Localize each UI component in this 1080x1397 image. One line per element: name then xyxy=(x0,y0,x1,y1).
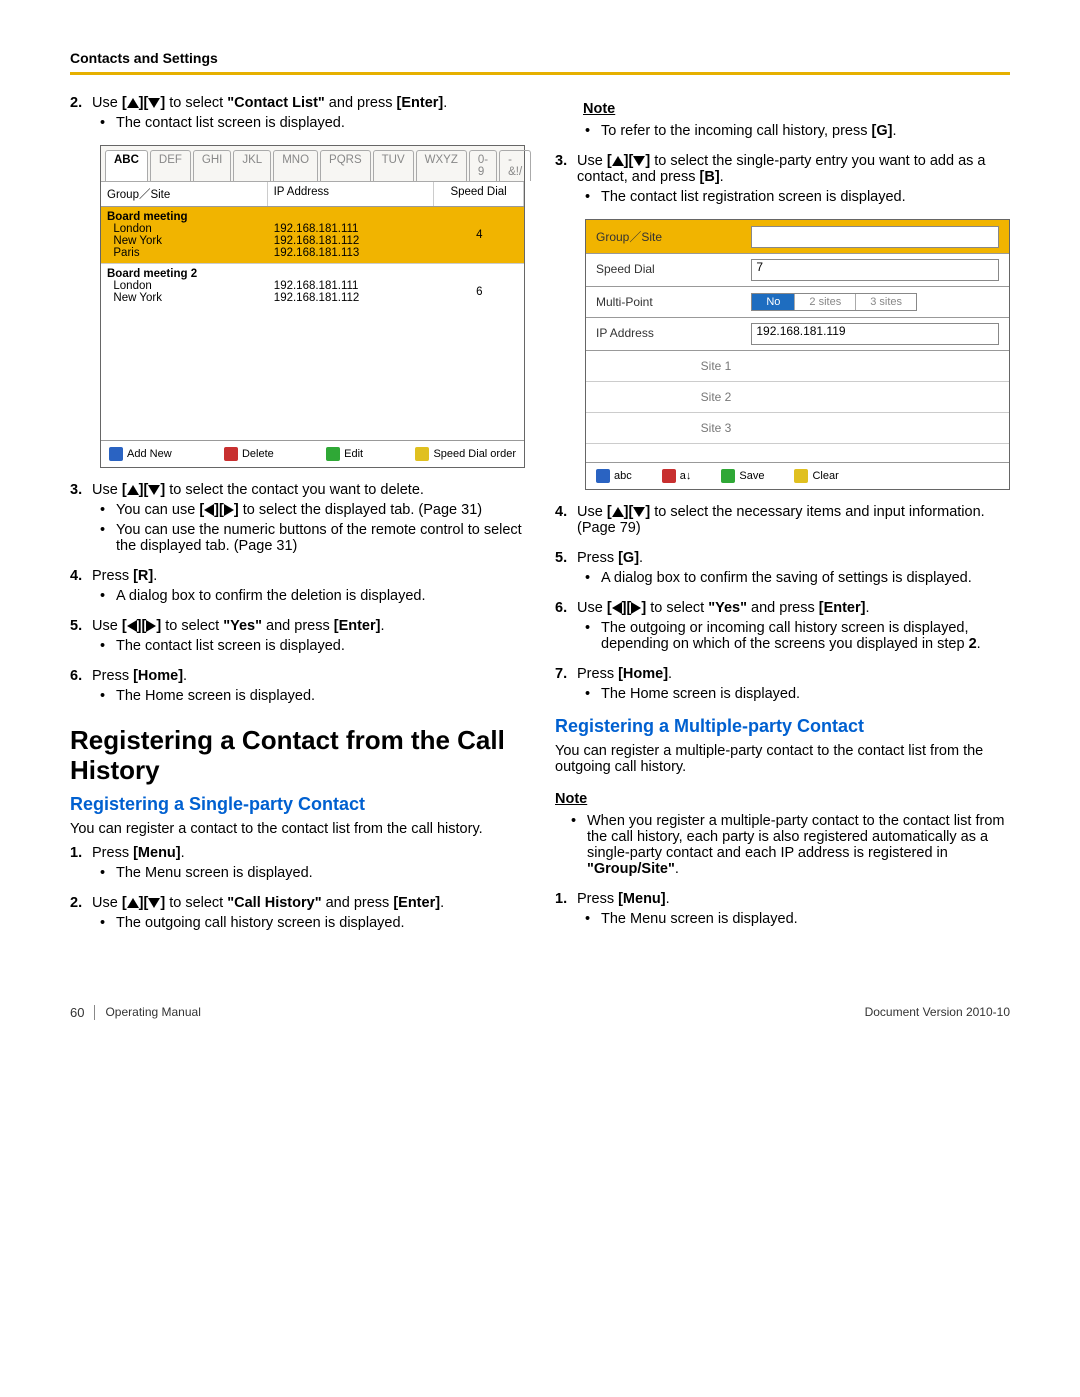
subsection-heading: Registering a Single-party Contact xyxy=(70,794,525,815)
subsection-heading: Registering a Multiple-party Contact xyxy=(555,716,1010,737)
page-footer: 60 Operating Manual Document Version 201… xyxy=(70,1005,1010,1020)
speed-dial-order-button[interactable]: Speed Dial order xyxy=(415,447,516,461)
section-header: Contacts and Settings xyxy=(70,50,1010,66)
right-icon xyxy=(631,602,641,614)
edit-button[interactable]: Edit xyxy=(326,447,363,461)
save-button[interactable]: Save xyxy=(721,469,764,483)
up-icon xyxy=(127,485,139,495)
header-rule xyxy=(70,72,1010,75)
two-column-layout: 2. Use [][] to select "Contact List" and… xyxy=(70,95,1010,945)
left-column: 2. Use [][] to select "Contact List" and… xyxy=(70,95,525,945)
table-row[interactable]: Board meeting 2 London New York 192.168.… xyxy=(101,263,524,320)
table-row-selected[interactable]: Board meeting London New York Paris 192.… xyxy=(101,207,524,263)
note-label: Note xyxy=(555,791,587,807)
add-new-button[interactable]: Add New xyxy=(109,447,172,461)
multipoint-segment[interactable]: No2 sites3 sites xyxy=(751,293,917,311)
form-row-group-site: Group／Site xyxy=(586,220,1009,254)
table-header: Group／Site IP Address Speed Dial xyxy=(101,182,524,207)
delete-button[interactable]: Delete xyxy=(224,447,274,461)
registration-form-screenshot: Group／Site Speed Dial7 Multi-PointNo2 si… xyxy=(585,219,1010,490)
manual-name: Operating Manual xyxy=(105,1005,200,1019)
up-icon xyxy=(127,98,139,108)
speed-dial-input[interactable]: 7 xyxy=(751,259,999,281)
note-label: Note xyxy=(583,101,615,117)
color-button-bar: Add New Delete Edit Speed Dial order xyxy=(101,440,524,467)
down-icon xyxy=(633,507,645,517)
right-column: Note •To refer to the incoming call hist… xyxy=(555,95,1010,945)
ip-address-input[interactable]: 192.168.181.119 xyxy=(751,323,999,345)
tab-abc[interactable]: ABC xyxy=(105,150,148,181)
left-icon xyxy=(612,602,622,614)
up-icon xyxy=(127,898,139,908)
page-number: 60 xyxy=(70,1005,95,1020)
page: Contacts and Settings 2. Use [][] to sel… xyxy=(0,0,1080,1060)
left-icon xyxy=(127,620,137,632)
clear-button[interactable]: Clear xyxy=(794,469,838,483)
step-3: 3. Use [][] to select the contact you wa… xyxy=(70,482,525,498)
abc-button[interactable]: abc xyxy=(596,469,632,483)
up-icon xyxy=(612,507,624,517)
down-icon xyxy=(148,898,160,908)
step-2: 2. Use [][] to select "Contact List" and… xyxy=(70,95,525,111)
alpha-tabs: ABC DEF GHI JKL MNO PQRS TUV WXYZ 0-9 -&… xyxy=(101,146,524,182)
contact-list-screenshot: ABC DEF GHI JKL MNO PQRS TUV WXYZ 0-9 -&… xyxy=(100,145,525,468)
case-button[interactable]: a↓ xyxy=(662,469,692,483)
right-icon xyxy=(224,504,234,516)
left-icon xyxy=(204,504,214,516)
section-heading: Registering a Contact from the Call Hist… xyxy=(70,726,525,786)
doc-version: Document Version 2010-10 xyxy=(865,1005,1010,1019)
group-site-input[interactable] xyxy=(751,226,999,248)
up-icon xyxy=(612,156,624,166)
down-icon xyxy=(633,156,645,166)
right-icon xyxy=(146,620,156,632)
down-icon xyxy=(148,485,160,495)
down-icon xyxy=(148,98,160,108)
